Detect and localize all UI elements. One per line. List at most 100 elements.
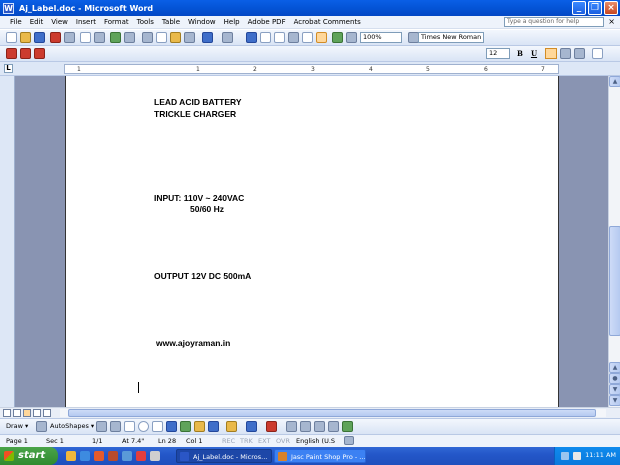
document-close-button[interactable]: × bbox=[608, 17, 615, 26]
clock[interactable]: 11:11 AM bbox=[585, 451, 616, 459]
line-color-icon[interactable] bbox=[246, 421, 257, 432]
print-layout-icon[interactable] bbox=[23, 409, 31, 417]
arrow-style-icon[interactable] bbox=[314, 421, 325, 432]
tab-selector[interactable]: L bbox=[4, 64, 13, 73]
ask-question-input[interactable]: Type a question for help bbox=[504, 17, 604, 27]
clip-art-icon[interactable] bbox=[194, 421, 205, 432]
redo-icon[interactable] bbox=[222, 32, 233, 43]
research-icon[interactable] bbox=[124, 32, 135, 43]
tables-borders-icon[interactable] bbox=[260, 32, 271, 43]
document-map-icon[interactable] bbox=[332, 32, 343, 43]
doc-input-frequency[interactable]: 50/60 Hz bbox=[190, 204, 224, 214]
status-rec[interactable]: REC bbox=[222, 437, 235, 445]
outline-view-icon[interactable] bbox=[33, 409, 41, 417]
normal-view-icon[interactable] bbox=[3, 409, 11, 417]
font-name-select[interactable]: Times New Roman bbox=[418, 32, 484, 43]
cut-icon[interactable] bbox=[142, 32, 153, 43]
pdf-icon[interactable] bbox=[50, 32, 61, 43]
quicklaunch-ie-icon[interactable] bbox=[80, 451, 90, 461]
menu-acrobat-comments[interactable]: Acrobat Comments bbox=[290, 18, 365, 26]
font-color-icon[interactable] bbox=[266, 421, 277, 432]
copy-icon[interactable] bbox=[156, 32, 167, 43]
save-icon[interactable] bbox=[34, 32, 45, 43]
menu-tools[interactable]: Tools bbox=[133, 18, 158, 26]
spelling-icon[interactable] bbox=[110, 32, 121, 43]
convert-and-review-icon[interactable] bbox=[34, 48, 45, 59]
menu-insert[interactable]: Insert bbox=[72, 18, 100, 26]
vertical-scrollbar[interactable]: ▲ ▲ ● ▼ ▼ bbox=[608, 76, 620, 407]
scroll-down-icon[interactable]: ▼ bbox=[609, 384, 620, 395]
diagram-icon[interactable] bbox=[180, 421, 191, 432]
wordart-icon[interactable] bbox=[166, 421, 177, 432]
3d-style-icon[interactable] bbox=[342, 421, 353, 432]
scroll-up-icon[interactable]: ▲ bbox=[609, 76, 620, 87]
justify-icon[interactable] bbox=[574, 48, 585, 59]
drawing-icon[interactable] bbox=[316, 32, 327, 43]
menu-format[interactable]: Format bbox=[100, 18, 133, 26]
fill-color-icon[interactable] bbox=[226, 421, 237, 432]
horizontal-scroll-thumb[interactable] bbox=[68, 409, 596, 417]
select-objects-icon[interactable] bbox=[36, 421, 47, 432]
paste-icon[interactable] bbox=[170, 32, 181, 43]
zoom-select[interactable]: 100% bbox=[360, 32, 402, 43]
autoshapes-menu-button[interactable]: AutoShapes ▾ bbox=[50, 422, 94, 430]
insert-picture-icon[interactable] bbox=[208, 421, 219, 432]
quicklaunch-app-icon[interactable] bbox=[136, 451, 146, 461]
doc-line-subtitle[interactable]: TRICKLE CHARGER bbox=[154, 109, 236, 119]
menu-edit[interactable]: Edit bbox=[26, 18, 48, 26]
underline-button[interactable]: U bbox=[528, 48, 540, 59]
vertical-ruler[interactable] bbox=[0, 76, 15, 407]
status-trk[interactable]: TRK bbox=[240, 437, 253, 445]
network-icon[interactable] bbox=[561, 452, 569, 460]
maximize-button[interactable]: ❐ bbox=[588, 1, 602, 15]
taskbar-item-paintshop[interactable]: Jasc Paint Shop Pro - ... bbox=[274, 449, 366, 463]
new-document-icon[interactable] bbox=[6, 32, 17, 43]
convert-to-pdf-icon[interactable] bbox=[6, 48, 17, 59]
menu-adobe-pdf[interactable]: Adobe PDF bbox=[244, 18, 290, 26]
doc-output-spec[interactable]: OUTPUT 12V DC 500mA bbox=[154, 271, 251, 281]
show-hide-icon[interactable] bbox=[346, 32, 357, 43]
select-browse-object-icon[interactable]: ● bbox=[609, 373, 620, 384]
dash-style-icon[interactable] bbox=[300, 421, 311, 432]
menu-view[interactable]: View bbox=[47, 18, 72, 26]
reading-layout-icon[interactable] bbox=[43, 409, 51, 417]
doc-line-title[interactable]: LEAD ACID BATTERY bbox=[154, 97, 242, 107]
quicklaunch-app-icon[interactable] bbox=[108, 451, 118, 461]
format-painter-icon[interactable] bbox=[184, 32, 195, 43]
minimize-button[interactable]: _ bbox=[572, 1, 586, 15]
hyperlink-icon[interactable] bbox=[246, 32, 257, 43]
horizontal-scrollbar[interactable] bbox=[60, 409, 606, 417]
insert-table-icon[interactable] bbox=[274, 32, 285, 43]
doc-website[interactable]: www.ajoyraman.in bbox=[156, 338, 230, 348]
status-ext[interactable]: EXT bbox=[258, 437, 270, 445]
word-app-icon[interactable]: W bbox=[3, 2, 14, 14]
doc-input-spec[interactable]: INPUT: 110V ~ 240VAC bbox=[154, 193, 244, 203]
vertical-scroll-thumb[interactable] bbox=[609, 226, 620, 336]
print-icon[interactable] bbox=[80, 32, 91, 43]
quicklaunch-firefox-icon[interactable] bbox=[94, 451, 104, 461]
volume-icon[interactable] bbox=[573, 452, 581, 460]
print-preview-icon[interactable] bbox=[94, 32, 105, 43]
start-button[interactable]: start bbox=[0, 447, 58, 465]
rectangle-icon[interactable] bbox=[124, 421, 135, 432]
shadow-style-icon[interactable] bbox=[328, 421, 339, 432]
columns-icon[interactable] bbox=[302, 32, 313, 43]
menu-table[interactable]: Table bbox=[158, 18, 184, 26]
spelling-status-icon[interactable] bbox=[344, 436, 354, 445]
arrow-icon[interactable] bbox=[110, 421, 121, 432]
draw-menu-button[interactable]: Draw ▾ bbox=[6, 422, 28, 430]
scroll-up-icon[interactable]: ▲ bbox=[609, 362, 620, 373]
text-box-icon[interactable] bbox=[152, 421, 163, 432]
menu-file[interactable]: File bbox=[6, 18, 26, 26]
menu-window[interactable]: Window bbox=[184, 18, 220, 26]
undo-icon[interactable] bbox=[202, 32, 213, 43]
document-area[interactable]: LEAD ACID BATTERY TRICKLE CHARGER INPUT:… bbox=[15, 76, 608, 407]
menu-help[interactable]: Help bbox=[220, 18, 244, 26]
oval-icon[interactable] bbox=[138, 421, 149, 432]
bullets-icon[interactable] bbox=[592, 48, 603, 59]
align-left-icon[interactable] bbox=[545, 48, 557, 59]
font-size-select[interactable]: 12 bbox=[486, 48, 510, 59]
web-layout-icon[interactable] bbox=[13, 409, 21, 417]
open-folder-icon[interactable] bbox=[20, 32, 31, 43]
line-style-icon[interactable] bbox=[286, 421, 297, 432]
